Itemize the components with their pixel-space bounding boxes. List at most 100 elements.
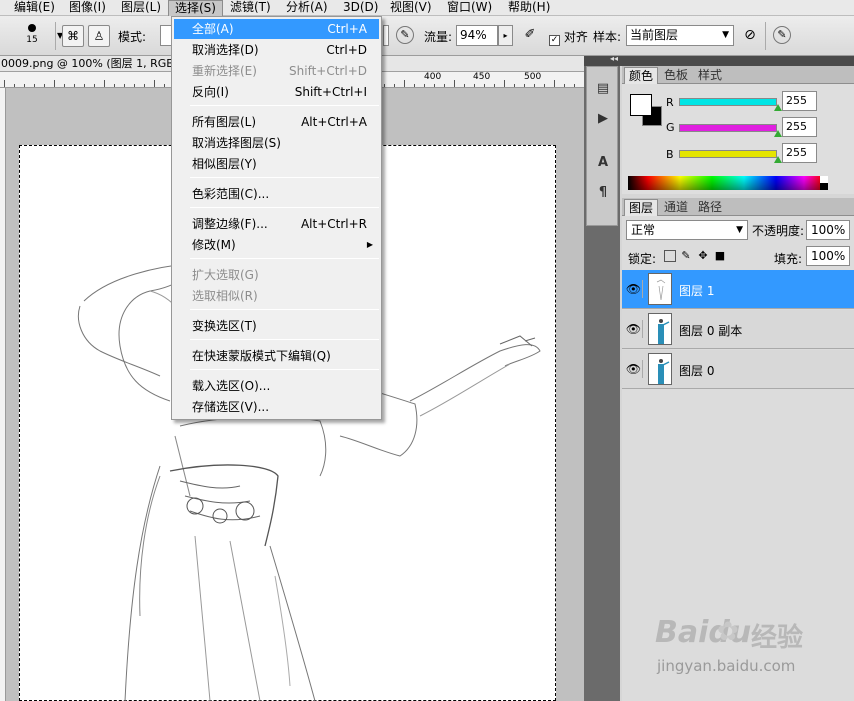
tab-paths[interactable]: 路径 xyxy=(694,199,726,216)
menu-item-shortcut: Shift+Ctrl+I xyxy=(294,85,367,99)
tab-channels[interactable]: 通道 xyxy=(660,199,692,216)
layer-row[interactable]: 👁 图层 0 xyxy=(622,350,854,389)
r-slider[interactable] xyxy=(679,98,777,106)
align-checkbox[interactable]: ✓ 对齐 xyxy=(549,28,588,46)
lock-all-padlock-icon[interactable]: ■ xyxy=(714,250,726,262)
layer-row[interactable]: 👁 图层 1 xyxy=(622,270,854,309)
spectrum-white-swatch[interactable] xyxy=(820,176,828,183)
menu-item-all-layers[interactable]: 所有图层(L) Alt+Ctrl+A xyxy=(174,112,379,132)
pressure-opacity-icon[interactable]: ✎ xyxy=(396,26,414,44)
lock-position-move-icon[interactable]: ✥ xyxy=(697,250,709,262)
airbrush-icon[interactable]: ✐ xyxy=(521,26,539,44)
tab-styles[interactable]: 样式 xyxy=(694,67,726,84)
brush-size-label: 15 xyxy=(26,35,38,45)
b-value-input[interactable]: 255 xyxy=(782,143,817,163)
menu-item-quick-mask[interactable]: 在快速蒙版模式下编辑(Q) xyxy=(174,346,379,366)
lock-transparent-icon[interactable] xyxy=(664,250,676,262)
opacity-input[interactable]: 100% xyxy=(806,220,850,240)
layer-row[interactable]: 👁 图层 0 副本 xyxy=(622,310,854,349)
menu-separator xyxy=(190,105,379,106)
sample-select[interactable]: 当前图层 ▼ xyxy=(626,25,734,46)
menu-item-save-selection[interactable]: 存储选区(V)... xyxy=(174,397,379,417)
clone-source-icon[interactable]: ⌘ xyxy=(62,25,84,47)
tab-swatches[interactable]: 色板 xyxy=(660,67,692,84)
foreground-color-swatch[interactable] xyxy=(630,94,652,116)
r-value-input[interactable]: 255 xyxy=(782,91,817,111)
paragraph-icon[interactable]: ¶ xyxy=(593,183,613,203)
ruler-tick xyxy=(114,84,115,87)
ruler-tick xyxy=(464,84,465,87)
menu-filter[interactable]: 滤镜(T) xyxy=(224,0,277,16)
b-slider-thumb[interactable] xyxy=(774,156,782,163)
collapsed-panel-icons: ▤ ▶ A ¶ xyxy=(586,66,618,226)
ruler-tick xyxy=(74,84,75,87)
menu-item-similar-layers[interactable]: 相似图层(Y) xyxy=(174,154,379,174)
menu-item-inverse[interactable]: 反向(I) Shift+Ctrl+I xyxy=(174,82,379,102)
ruler-label: 450 xyxy=(473,72,491,82)
history-icon[interactable]: ▤ xyxy=(593,79,613,99)
brush-preset-picker[interactable]: 15 ▼ xyxy=(14,20,63,50)
menu-item-select-all[interactable]: 全部(A) Ctrl+A xyxy=(174,19,379,39)
eye-visibility-icon[interactable]: 👁 xyxy=(625,320,643,338)
dock-header[interactable]: ◂◂ xyxy=(584,54,854,66)
ruler-tick xyxy=(444,84,445,87)
blend-mode-select[interactable]: 正常 ▼ xyxy=(626,220,748,240)
menu-image[interactable]: 图像(I) xyxy=(63,0,112,16)
menu-item-modify[interactable]: 修改(M) ▶ xyxy=(174,235,379,255)
tab-color[interactable]: 颜色 xyxy=(624,67,659,84)
sample-value: 当前图层 xyxy=(630,28,679,42)
spectrum-shade xyxy=(628,176,828,190)
ruler-tick xyxy=(524,84,525,87)
ruler-tick xyxy=(104,80,105,87)
menu-3d[interactable]: 3D(D) xyxy=(337,0,384,16)
menu-view[interactable]: 视图(V) xyxy=(384,0,438,16)
opacity-field[interactable] xyxy=(383,25,389,46)
eye-visibility-icon[interactable]: 👁 xyxy=(625,280,643,298)
eye-visibility-icon[interactable]: 👁 xyxy=(625,360,643,378)
ruler-tick xyxy=(474,84,475,87)
menu-item-refine-edge[interactable]: 调整边缘(F)... Alt+Ctrl+R xyxy=(174,214,379,234)
ruler-tick xyxy=(414,84,415,87)
flow-input[interactable]: 94% xyxy=(456,25,498,46)
menu-select[interactable]: 选择(S) xyxy=(168,0,223,16)
tab-layers[interactable]: 图层 xyxy=(624,199,659,216)
menu-window[interactable]: 窗口(W) xyxy=(441,0,498,16)
menu-item-shortcut: Alt+Ctrl+R xyxy=(300,217,367,231)
blend-mode-value: 正常 xyxy=(631,223,656,237)
ignore-adjustment-layers-icon[interactable]: ⊘ xyxy=(741,26,759,44)
actions-icon[interactable]: ▶ xyxy=(593,109,613,129)
g-value-input[interactable]: 255 xyxy=(782,117,817,137)
menu-edit[interactable]: 编辑(E) xyxy=(8,0,61,16)
fill-input[interactable]: 100% xyxy=(806,246,850,266)
menu-item-transform-selection[interactable]: 变换选区(T) xyxy=(174,316,379,336)
menu-help[interactable]: 帮助(H) xyxy=(502,0,556,16)
r-label: R xyxy=(666,96,674,109)
menu-layer[interactable]: 图层(L) xyxy=(115,0,167,16)
lock-image-brush-icon[interactable]: ✎ xyxy=(680,250,692,262)
r-slider-thumb[interactable] xyxy=(774,104,782,111)
ruler-tick xyxy=(4,80,5,87)
checkbox-checked-icon[interactable]: ✓ xyxy=(549,35,560,46)
menu-item-deselect[interactable]: 取消选择(D) Ctrl+D xyxy=(174,40,379,60)
ruler-tick xyxy=(144,84,145,87)
ruler-tick xyxy=(14,84,15,87)
layer-name: 图层 0 副本 xyxy=(679,324,743,338)
character-icon[interactable]: A xyxy=(593,153,613,173)
menu-item-color-range[interactable]: 色彩范围(C)... xyxy=(174,184,379,204)
menu-analysis[interactable]: 分析(A) xyxy=(280,0,334,16)
collapse-arrows-icon[interactable]: ◂◂ xyxy=(610,54,618,63)
menu-item-label: 相似图层(Y) xyxy=(192,157,257,171)
spectrum-black-swatch[interactable] xyxy=(820,183,828,190)
g-slider-thumb[interactable] xyxy=(774,130,782,137)
menu-item-load-selection[interactable]: 载入选区(O)... xyxy=(174,376,379,396)
stamp-icon[interactable]: ♙ xyxy=(88,25,110,47)
align-label: 对齐 xyxy=(563,30,588,44)
pressure-size-icon[interactable]: ✎ xyxy=(773,26,791,44)
menu-item-label: 载入选区(O)... xyxy=(192,379,271,393)
menu-item-deselect-layers[interactable]: 取消选择图层(S) xyxy=(174,133,379,153)
flow-slider-arrow-icon[interactable]: ▸ xyxy=(498,25,513,46)
b-slider[interactable] xyxy=(679,150,777,158)
ruler-tick xyxy=(564,84,565,87)
menu-item-label: 所有图层(L) xyxy=(192,115,257,129)
g-slider[interactable] xyxy=(679,124,777,132)
